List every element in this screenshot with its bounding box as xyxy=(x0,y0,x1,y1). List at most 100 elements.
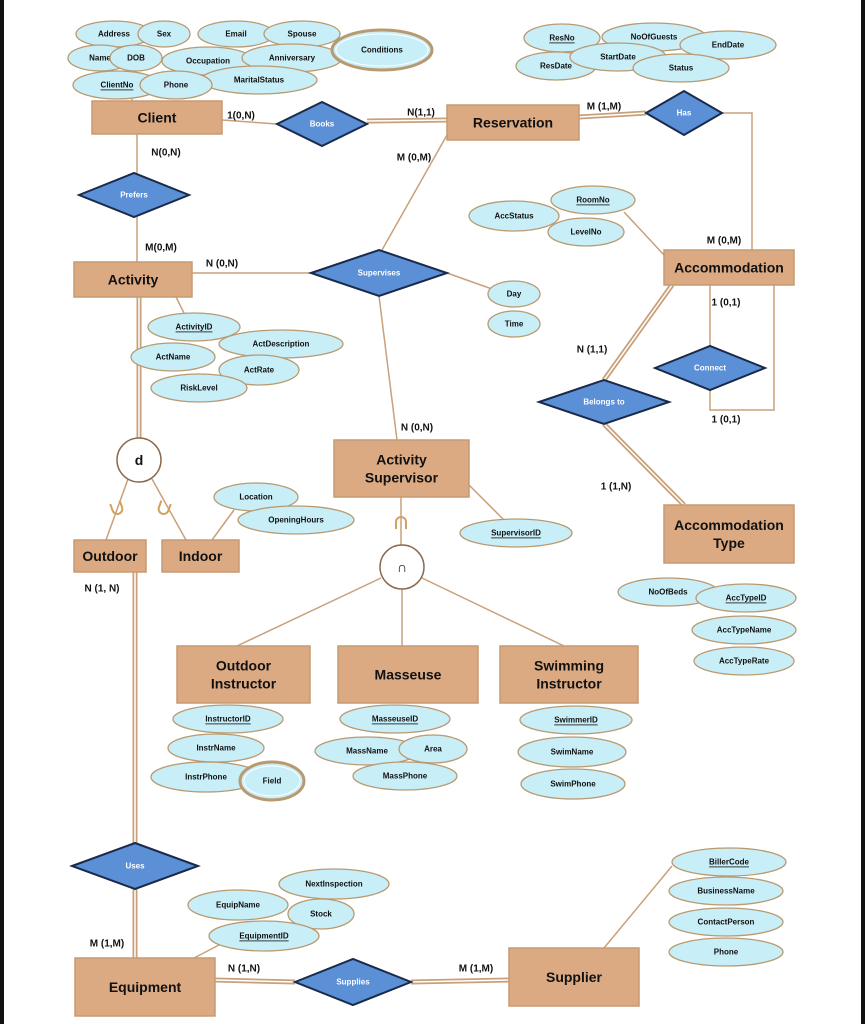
attribute-label: ActivityID xyxy=(176,323,213,332)
specialization-disjoint-circle: d xyxy=(116,437,162,483)
attribute-label: MassPhone xyxy=(383,772,428,781)
relationship-label: Has xyxy=(677,109,692,118)
entity-label: Supplier xyxy=(546,969,603,985)
specialization-overlap-circle: ∩ xyxy=(379,544,425,590)
attribute-label: AccTypeName xyxy=(717,626,772,635)
relationship-label: Supervises xyxy=(358,269,401,278)
attribute-business-name: BusinessName xyxy=(668,876,784,906)
attribute-label: InstructorID xyxy=(205,715,251,724)
attribute-label: InstrPhone xyxy=(185,773,227,782)
cardinality-label-equipment-uses: M (1,M) xyxy=(90,939,124,950)
entity-equipment: Equipment xyxy=(74,957,216,1017)
attribute-phone: Phone xyxy=(139,70,213,100)
attribute-label: ResDate xyxy=(540,62,573,71)
attribute-dob: DOB xyxy=(109,44,163,72)
attribute-label: EquipmentID xyxy=(239,932,289,941)
attribute-label: Day xyxy=(507,290,522,299)
attribute-label: MasseuseID xyxy=(372,715,418,724)
entity-swimming-instructor: Swimming Instructor xyxy=(499,645,639,704)
attribute-supervisor-id: SupervisorID xyxy=(459,518,573,548)
attribute-label: AccStatus xyxy=(494,212,534,221)
attribute-acc-type-rate: AccTypeRate xyxy=(693,646,795,676)
attribute-label: ActDescription xyxy=(253,340,310,349)
attribute-label: ResNo xyxy=(549,34,574,43)
entity-reservation: Reservation xyxy=(446,104,580,141)
attribute-label: Phone xyxy=(714,948,739,957)
attribute-acc-type-id: AccTypeID xyxy=(695,583,797,613)
attribute-label: Anniversary xyxy=(269,54,316,63)
relationship-label: Uses xyxy=(125,862,145,871)
attribute-email: Email xyxy=(197,20,275,48)
attribute-equip-name: EquipName xyxy=(187,889,289,921)
attribute-label: EndDate xyxy=(712,41,745,50)
attribute-swimmer-id: SwimmerID xyxy=(519,705,633,735)
relationship-label: Prefers xyxy=(120,191,148,200)
attribute-contact-person: ContactPerson xyxy=(668,907,784,937)
relationship-label: Connect xyxy=(694,364,726,373)
cardinality-label-accommodation-has: M (0,M) xyxy=(707,236,741,247)
relationship-books: Books xyxy=(274,100,370,148)
connector-line xyxy=(211,509,235,541)
er-diagram-page: Address Sex Email Spouse Name DOB Occupation An… xyxy=(0,0,865,1024)
relationship-has: Has xyxy=(644,89,724,137)
entity-outdoor-instructor: Outdoor Instructor xyxy=(176,645,311,704)
relationship-prefers: Prefers xyxy=(76,171,192,219)
cardinality-label-supplier-supplies: M (1,M) xyxy=(459,964,493,975)
attribute-status: Status xyxy=(632,53,730,83)
attribute-sex: Sex xyxy=(137,20,191,48)
entity-outdoor: Outdoor xyxy=(73,539,147,573)
entity-label: Indoor xyxy=(179,548,223,564)
attribute-label: StartDate xyxy=(600,53,636,62)
has-accommodation-line xyxy=(722,112,753,250)
attribute-masseuse-id: MasseuseID xyxy=(339,704,451,734)
entity-label: Accommodation xyxy=(674,260,784,276)
attribute-label: Spouse xyxy=(288,30,317,39)
entity-accommodation: Accommodation xyxy=(663,249,795,286)
entity-label: Client xyxy=(138,110,177,126)
entity-box xyxy=(499,645,639,704)
relationship-connect: Connect xyxy=(652,344,768,392)
attribute-label: OpeningHours xyxy=(268,516,324,525)
cardinality-label-connect-top: 1 (0,1) xyxy=(712,298,741,309)
connector-line xyxy=(603,865,673,949)
connector-line xyxy=(468,484,505,521)
attribute-swim-phone: SwimPhone xyxy=(520,768,626,800)
relationship-supplies: Supplies xyxy=(292,957,414,1007)
connector-line xyxy=(378,295,398,441)
cardinality-label-equipment-supplies: N (1,N) xyxy=(228,964,260,975)
relationship-uses: Uses xyxy=(69,841,201,891)
attribute-label: SwimName xyxy=(551,748,594,757)
attribute-risk-level: RiskLevel xyxy=(150,373,248,403)
attribute-biller-code: BillerCode xyxy=(671,847,787,877)
cardinality-label-supervisor-supervises: N (0,N) xyxy=(401,423,433,434)
attribute-acc-type-name: AccTypeName xyxy=(691,615,797,645)
attribute-label: NoOfBeds xyxy=(648,588,688,597)
er-diagram: Address Sex Email Spouse Name DOB Occupation An… xyxy=(67,20,797,1017)
specialization-symbol: ∩ xyxy=(397,559,407,575)
attribute-label: NextInspection xyxy=(305,880,362,889)
attribute-marital-status: MaritalStatus xyxy=(200,65,318,95)
attribute-conditions: Conditions xyxy=(330,28,434,72)
attribute-label: ContactPerson xyxy=(698,918,755,927)
connector-line xyxy=(236,577,382,647)
attribute-label: Status xyxy=(669,64,694,73)
entity-box xyxy=(333,439,470,498)
attribute-instr-name: InstrName xyxy=(167,733,265,763)
attribute-next-inspection: NextInspection xyxy=(278,868,390,900)
attribute-label: AccTypeID xyxy=(726,594,767,603)
attribute-label: Area xyxy=(424,745,442,754)
attribute-label: Field xyxy=(263,777,282,786)
connector-line xyxy=(193,944,220,959)
relationship-label: Supplies xyxy=(336,978,370,987)
entity-indoor: Indoor xyxy=(161,539,240,573)
cardinality-label-reservation-has: M (1,M) xyxy=(587,102,621,113)
entity-box xyxy=(176,645,311,704)
attribute-acc-status: AccStatus xyxy=(468,200,560,232)
cardinality-label-connect-bottom: 1 (0,1) xyxy=(712,415,741,426)
attribute-label: Conditions xyxy=(361,46,403,55)
attribute-label: BusinessName xyxy=(697,887,755,896)
entity-masseuse: Masseuse xyxy=(337,645,479,704)
specialization-symbol: d xyxy=(135,452,144,468)
attribute-label: Phone xyxy=(164,81,189,90)
connector-line xyxy=(623,211,665,256)
